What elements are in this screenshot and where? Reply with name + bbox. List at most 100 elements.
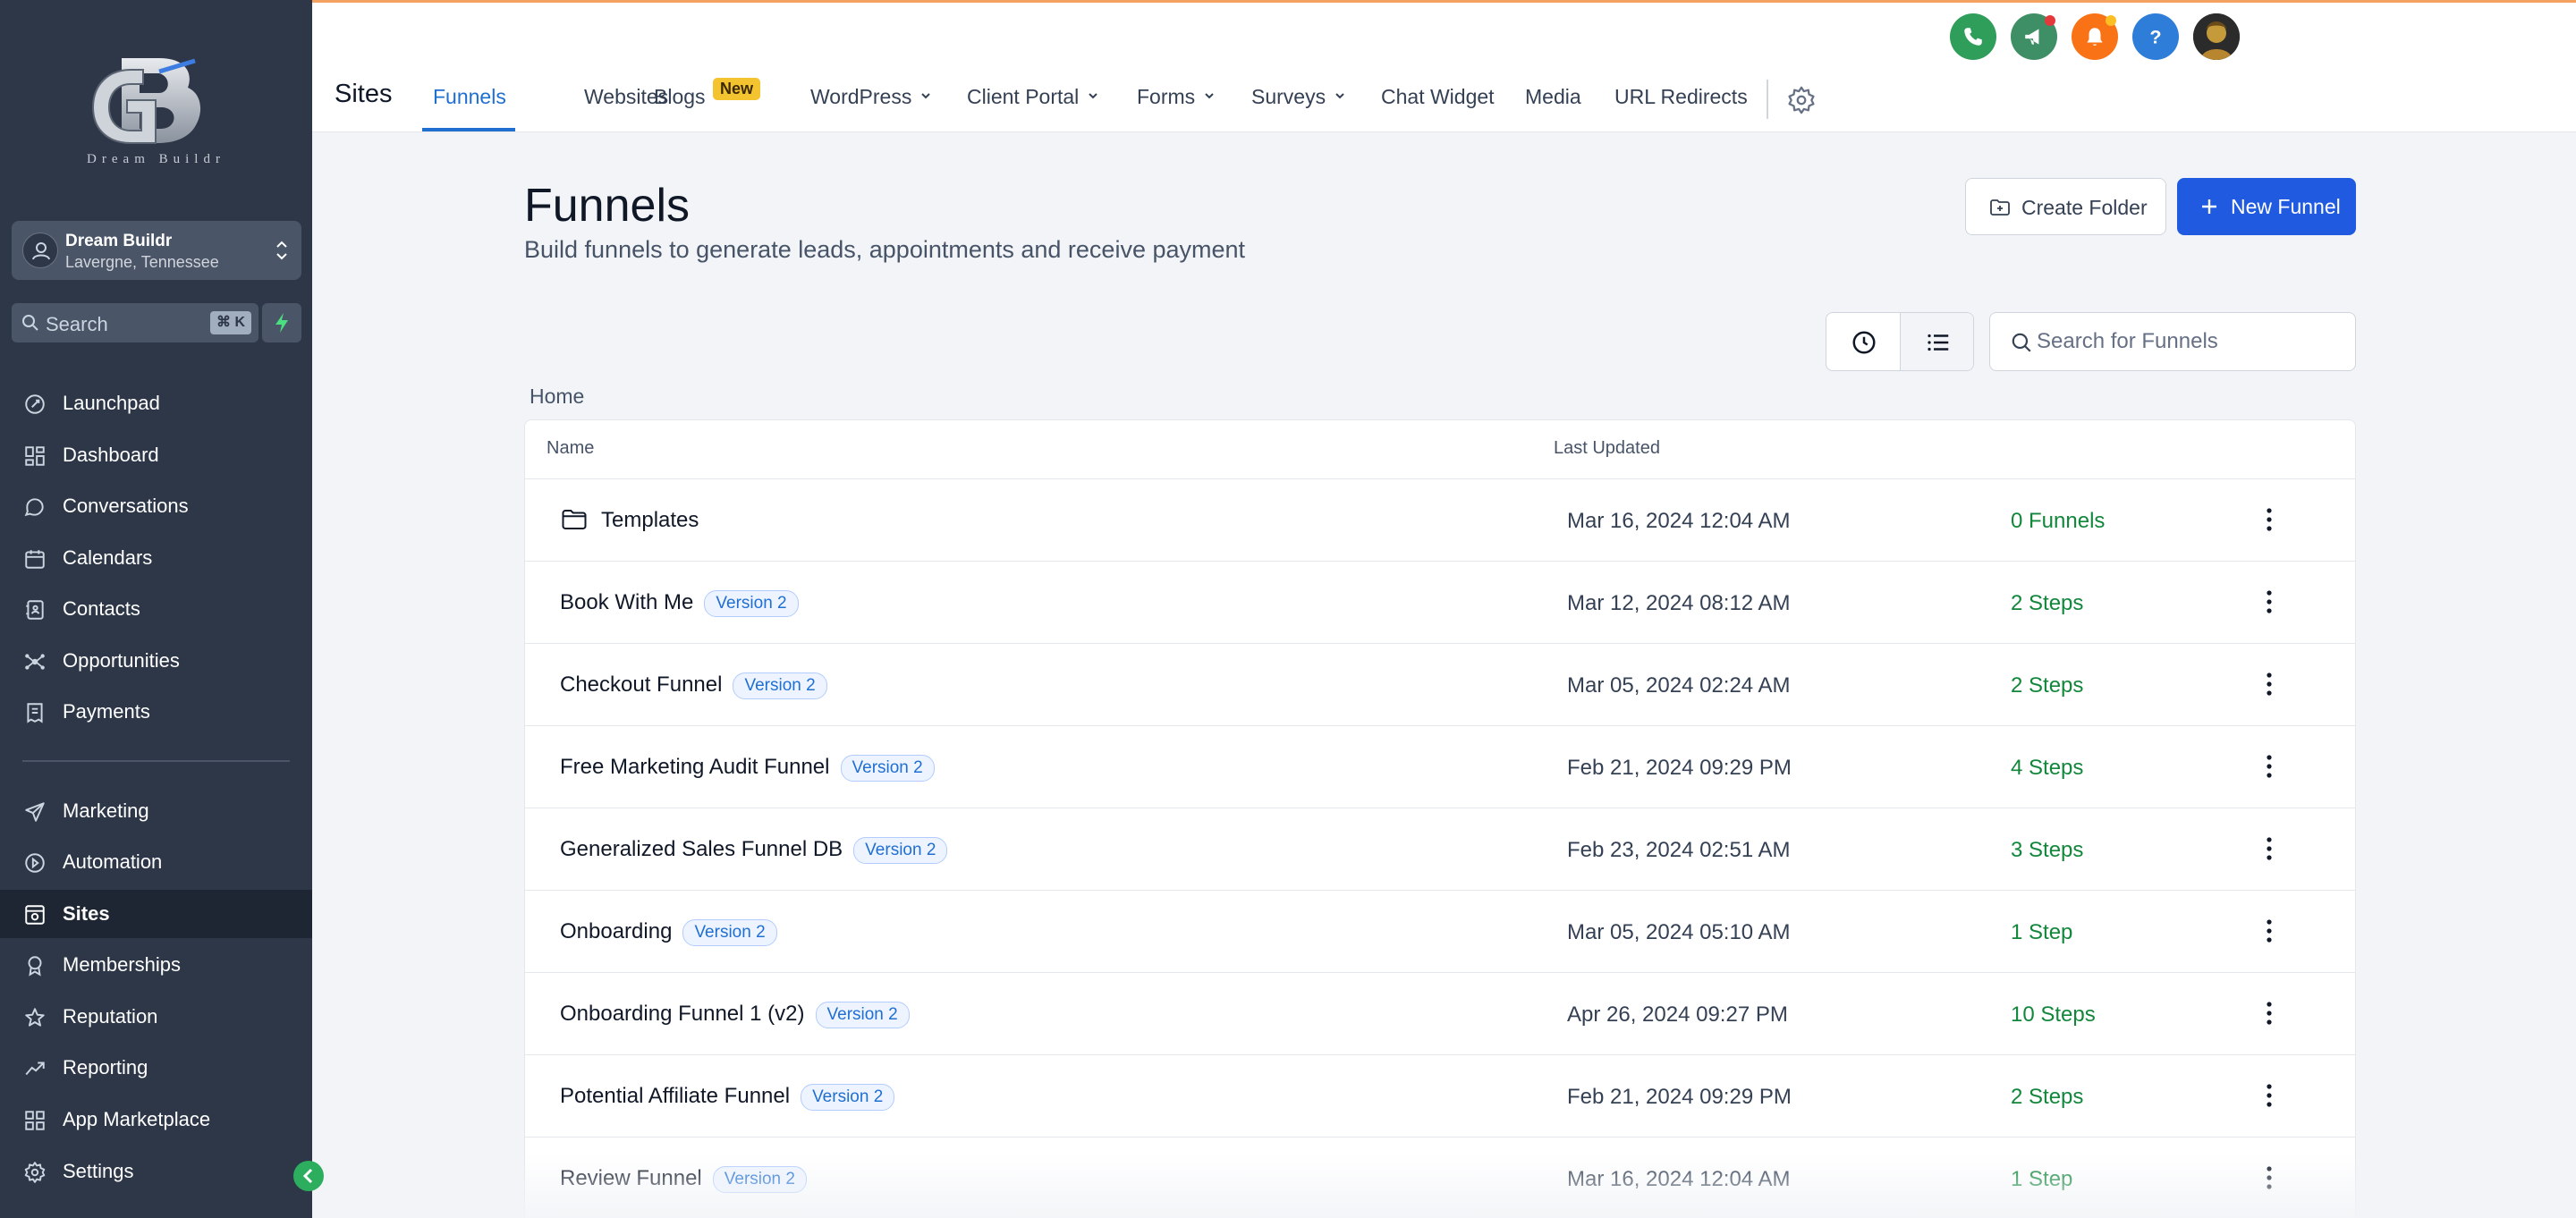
funnel-name[interactable]: Checkout Funnel [560,672,722,697]
sidebar-item-opportunities[interactable]: Opportunities [0,637,312,685]
notifications-button[interactable] [2072,13,2118,60]
search-icon [22,315,38,331]
sidebar-item-settings[interactable]: Settings [0,1147,312,1196]
sidebar-item-dashboard[interactable]: Dashboard [0,431,312,479]
kebab-menu-icon[interactable] [2256,587,2283,617]
sidebar-item-payments[interactable]: Payments [0,688,312,736]
network-icon [25,654,45,670]
help-button[interactable]: ? [2132,13,2179,60]
table-row[interactable]: Checkout Funnel Version 2 Mar 05, 2024 02:… [525,644,2355,726]
sidebar-item-reputation[interactable]: Reputation [0,993,312,1041]
folder-row[interactable]: Templates Mar 16, 2024 12:04 AM 0 Funnels [525,479,2355,562]
contacts-icon [26,600,44,620]
create-folder-button[interactable]: Create Folder [1965,178,2166,235]
sidebar: Dream Buildr Dream Buildr Lavergne, Tenn… [0,0,312,1218]
user-avatar[interactable] [2193,13,2240,60]
table-row[interactable]: Onboarding Version 2 Mar 05, 2024 05:10 AM… [525,891,2355,973]
last-updated: Mar 16, 2024 12:04 AM [1567,509,1791,533]
column-header-last-updated[interactable]: Last Updated [1554,438,1660,459]
sidebar-item-memberships[interactable]: Memberships [0,941,312,989]
sidebar-divider [22,760,290,762]
tab-media[interactable]: Media [1525,85,1581,109]
funnel-search-input[interactable] [2037,324,2341,359]
top-navigation: Sites Funnels Websites Blogs WordPress Clien… [312,0,2576,132]
sidebar-item-label: Opportunities [63,649,180,672]
tab-client-portal[interactable]: Client Portal [967,85,1098,109]
funnel-name[interactable]: Review Funnel [560,1166,702,1190]
sidebar-item-launchpad[interactable]: Launchpad [0,379,312,427]
sidebar-item-automation[interactable]: Automation [0,838,312,886]
table-row[interactable]: Potential Affiliate Funnel Version 2 Feb 2… [525,1055,2355,1138]
tab-surveys[interactable]: Surveys [1251,85,1345,109]
tab-label: Surveys [1251,85,1326,108]
avatar-image [2193,13,2240,60]
table-row[interactable]: Onboarding Funnel 1 (v2) Version 2 Apr 26,… [525,973,2355,1055]
tab-label: Funnels [433,85,506,108]
table-row[interactable]: Generalized Sales Funnel DB Version 2 Feb … [525,808,2355,891]
breadcrumb[interactable]: Home [530,385,584,409]
user-icon [32,242,50,260]
kebab-menu-icon[interactable] [2256,1163,2283,1193]
funnel-name[interactable]: Onboarding Funnel 1 (v2) [560,1002,805,1026]
notification-dot [2106,15,2116,26]
sidebar-item-conversations[interactable]: Conversations [0,482,312,530]
sidebar-item-label: Sites [63,902,110,925]
sidebar-item-marketing[interactable]: Marketing [0,787,312,835]
location-address: Lavergne, Tennessee [65,253,219,271]
settings-gear-icon[interactable] [1786,85,1817,115]
quick-action-button[interactable] [262,303,301,343]
search-icon [2012,333,2031,352]
funnel-name[interactable]: Free Marketing Audit Funnel [560,755,830,779]
tab-blogs[interactable]: Blogs [654,85,706,109]
table-row[interactable]: Book With Me Version 2 Mar 12, 2024 08:12 … [525,562,2355,644]
tab-url-redirects[interactable]: URL Redirects [1614,85,1748,109]
apps-icon [25,1111,45,1130]
kebab-menu-icon[interactable] [2256,751,2283,782]
list-view-button[interactable] [1901,313,1973,370]
sidebar-item-contacts[interactable]: Contacts [0,585,312,633]
table-row[interactable]: Free Marketing Audit Funnel Version 2 Feb … [525,726,2355,808]
kebab-menu-icon[interactable] [2256,669,2283,699]
funnel-name[interactable]: Potential Affiliate Funnel [560,1084,790,1108]
version-badge: Version 2 [704,590,799,617]
funnel-name[interactable]: Book With Me [560,590,693,614]
sites-icon [25,905,45,925]
funnel-name[interactable]: Templates [601,508,699,532]
step-count: 1 Step [2011,920,2073,944]
sidebar-item-reporting[interactable]: Reporting [0,1044,312,1092]
table-row[interactable]: Review Funnel Version 2 Mar 16, 2024 12:04… [525,1138,2355,1218]
phone-icon [1964,28,1982,46]
column-header-name[interactable]: Name [547,438,594,459]
create-folder-label: Create Folder [2021,196,2148,219]
last-updated: Mar 16, 2024 12:04 AM [1567,1167,1791,1191]
new-funnel-button[interactable]: New Funnel [2177,178,2356,235]
tab-forms[interactable]: Forms [1137,85,1215,109]
kebab-menu-icon[interactable] [2256,1080,2283,1111]
announcements-button[interactable] [2011,13,2057,60]
kebab-menu-icon[interactable] [2256,998,2283,1028]
kebab-menu-icon[interactable] [2256,916,2283,946]
last-updated: Apr 26, 2024 09:27 PM [1567,1002,1788,1027]
kebab-menu-icon[interactable] [2256,504,2283,535]
sidebar-item-app-marketplace[interactable]: App Marketplace [0,1095,312,1144]
folder-icon [562,510,587,529]
phone-button[interactable] [1950,13,1996,60]
location-switcher[interactable]: Dream Buildr Lavergne, Tennessee [12,221,301,280]
sidebar-item-calendars[interactable]: Calendars [0,534,312,582]
tab-funnels[interactable]: Funnels [433,85,506,109]
collapse-sidebar-button[interactable] [293,1161,324,1191]
tab-chat-widget[interactable]: Chat Widget [1381,85,1495,109]
calendar-icon [25,550,45,569]
recent-view-button[interactable] [1826,313,1901,370]
star-icon [25,1008,45,1027]
bell-icon [2087,28,2103,46]
sidebar-search[interactable]: Search ⌘ K [12,303,258,343]
active-tab-indicator [422,128,515,131]
funnel-name[interactable]: Onboarding [560,919,672,943]
kebab-menu-icon[interactable] [2256,833,2283,864]
sidebar-item-label: Memberships [63,953,182,976]
last-updated: Feb 23, 2024 02:51 AM [1567,838,1791,862]
funnel-name[interactable]: Generalized Sales Funnel DB [560,837,843,861]
sidebar-item-sites[interactable]: Sites [0,890,312,938]
tab-wordpress[interactable]: WordPress [810,85,931,109]
